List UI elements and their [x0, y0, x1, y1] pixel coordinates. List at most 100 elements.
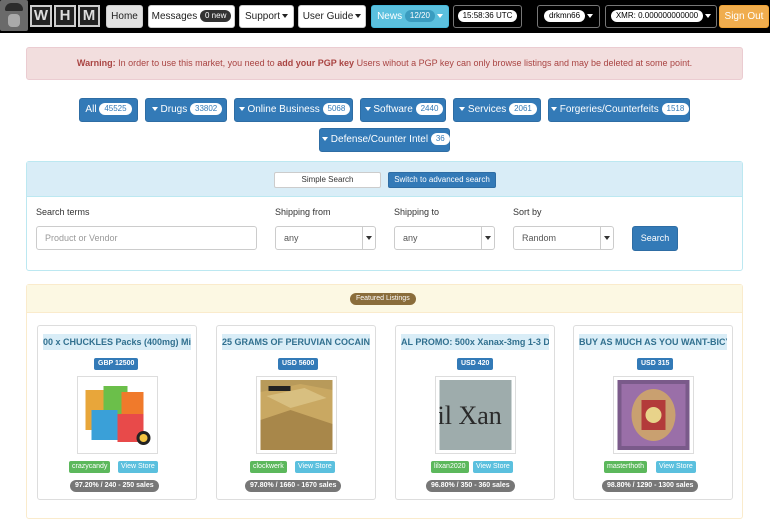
featured-listings-badge: Featured Listings	[350, 293, 416, 305]
candy-packs-image[interactable]	[77, 376, 158, 454]
listing-title[interactable]: 00 x CHUCKLES Packs (400mg) Mix	[43, 334, 191, 350]
brick-image[interactable]	[256, 376, 337, 454]
select-arrow-icon	[362, 227, 375, 249]
listing-price: USD 420	[457, 358, 494, 370]
chevron-down-icon	[551, 107, 557, 112]
shipping-from-select[interactable]: any	[275, 226, 376, 250]
category-software-button[interactable]: Software 2440	[360, 98, 446, 122]
site-logo[interactable]: W H M	[0, 0, 103, 31]
user-menu-dropdown[interactable]: drkmn66	[537, 5, 600, 28]
nav-messages-label: Messages	[151, 11, 198, 22]
username: drkmn66	[543, 10, 586, 23]
category-label: Software	[373, 104, 413, 115]
listing-image	[617, 380, 690, 450]
search-terms-input[interactable]: Product or Vendor	[36, 226, 257, 250]
nav-support-dropdown[interactable]: Support	[239, 5, 294, 28]
listing-title[interactable]: AL PROMO: 500x Xanax-3mg 1-3 D	[401, 334, 549, 350]
nav-news-dropdown[interactable]: News 12/20	[371, 5, 449, 28]
sort-by-value: Random	[522, 233, 557, 243]
search-panel-header: Simple Search Switch to advanced search	[27, 162, 742, 197]
news-badge: 12/20	[404, 10, 435, 23]
listing-title[interactable]: 25 GRAMS OF PERUVIAN COCAINE	[222, 334, 370, 350]
category-count: 2440	[415, 103, 444, 116]
view-store-button[interactable]: View Store	[656, 461, 696, 473]
nav-home-button[interactable]: Home	[106, 5, 143, 28]
sales-rating-badge: 97.20% / 240 - 250 sales	[70, 480, 159, 492]
category-drugs-button[interactable]: Drugs 33802	[145, 98, 227, 122]
warning-text: In order to use this market, you need to	[115, 58, 278, 68]
nav-messages-button[interactable]: Messages 0 new	[148, 5, 235, 28]
category-count: 5068	[322, 103, 351, 116]
category-defense-button[interactable]: Defense/Counter Intel 36	[319, 128, 450, 152]
svg-text:il Xan: il Xan	[439, 401, 502, 430]
logo-face-icon	[0, 0, 28, 31]
chevron-down-icon	[282, 14, 289, 19]
category-online-business-button[interactable]: Online Business 5068	[234, 98, 353, 122]
nav-news-label: News	[377, 11, 403, 22]
category-label: All	[85, 104, 97, 115]
listing-image: il Xan	[438, 380, 512, 450]
advanced-search-tab[interactable]: Switch to advanced search	[388, 172, 496, 188]
listing-card[interactable]: 00 x CHUCKLES Packs (400mg) Mix GBP 1250…	[37, 325, 197, 500]
shipping-to-label: Shipping to	[394, 207, 440, 217]
sort-by-select[interactable]: Random	[513, 226, 614, 250]
vendor-badge[interactable]: masterthoth	[604, 461, 647, 473]
xmr-balance-dropdown[interactable]: XMR: 0.000000000000	[605, 5, 717, 28]
listing-card[interactable]: 25 GRAMS OF PERUVIAN COCAINE USD 5600 cl…	[216, 325, 376, 500]
navbar: W H M Home Messages 0 new Support User G…	[0, 0, 770, 33]
category-count: 45525	[99, 103, 132, 116]
select-arrow-icon	[481, 227, 494, 249]
logo-letter: M	[78, 5, 100, 27]
search-panel: Simple Search Switch to advanced search …	[26, 161, 743, 271]
chevron-down-icon	[459, 107, 466, 112]
search-button[interactable]: Search	[632, 226, 678, 251]
shipping-to-select[interactable]: any	[394, 226, 495, 250]
vendor-badge[interactable]: crazycandy	[69, 461, 111, 473]
listing-card[interactable]: AL PROMO: 500x Xanax-3mg 1-3 D USD 420 i…	[395, 325, 555, 500]
pgp-warning-alert: Warning: In order to use this market, yo…	[26, 47, 743, 80]
xmr-balance: XMR: 0.000000000000	[610, 10, 704, 23]
vendor-badge[interactable]: clockwerk	[250, 461, 287, 473]
listing-title[interactable]: BUY AS MUCH AS YOU WANT-BICYC	[579, 334, 727, 350]
featured-header: Featured Listings	[27, 285, 742, 313]
chevron-down-icon	[705, 14, 712, 19]
shipping-to-value: any	[403, 233, 418, 243]
category-label: Drugs	[160, 104, 188, 115]
view-store-button[interactable]: View Store	[295, 461, 335, 473]
category-label: Defense/Counter Intel	[330, 134, 429, 145]
category-label: Services	[467, 104, 507, 115]
chevron-down-icon	[364, 107, 371, 112]
warning-prefix: Warning:	[76, 58, 116, 68]
chevron-down-icon	[587, 14, 594, 19]
add-pgp-key-link[interactable]: add your PGP key	[277, 58, 354, 68]
search-terms-label: Search terms	[36, 207, 90, 217]
category-services-button[interactable]: Services 2061	[453, 98, 541, 122]
category-count: 36	[430, 133, 450, 146]
shipping-from-value: any	[284, 233, 299, 243]
view-store-button[interactable]: View Store	[118, 461, 158, 473]
simple-search-tab[interactable]: Simple Search	[274, 172, 381, 188]
vendor-badge[interactable]: lilxan2020	[431, 461, 469, 473]
nav-user-guide-dropdown[interactable]: User Guide	[298, 5, 366, 28]
listing-price: GBP 12500	[94, 358, 139, 370]
messages-badge: 0 new	[200, 10, 232, 23]
sales-rating-badge: 97.80% / 1660 - 1670 sales	[245, 480, 342, 492]
category-count: 33802	[190, 103, 223, 116]
listing-price: USD 5600	[278, 358, 319, 370]
category-all-button[interactable]: All 45525	[79, 98, 138, 122]
chevron-down-icon	[436, 14, 443, 19]
clock-display: 15:58:36 UTC	[453, 5, 522, 28]
category-count: 2061	[509, 103, 537, 116]
listing-card[interactable]: BUY AS MUCH AS YOU WANT-BICYC USD 315 ma…	[573, 325, 733, 500]
clock-text: 15:58:36 UTC	[457, 10, 518, 23]
listing-image	[81, 380, 154, 450]
sign-out-button[interactable]: Sign Out	[719, 5, 769, 28]
sales-rating-badge: 96.80% / 350 - 360 sales	[426, 480, 515, 492]
view-store-button[interactable]: View Store	[473, 461, 513, 473]
xanax-image[interactable]: il Xan	[435, 376, 516, 454]
category-count: 1518	[661, 103, 690, 116]
select-arrow-icon	[600, 227, 613, 249]
sales-rating-badge: 98.80% / 1290 - 1300 sales	[602, 480, 699, 492]
category-forgeries-button[interactable]: Forgeries/Counterfeits 1518	[548, 98, 690, 122]
blotter-image[interactable]	[613, 376, 694, 454]
